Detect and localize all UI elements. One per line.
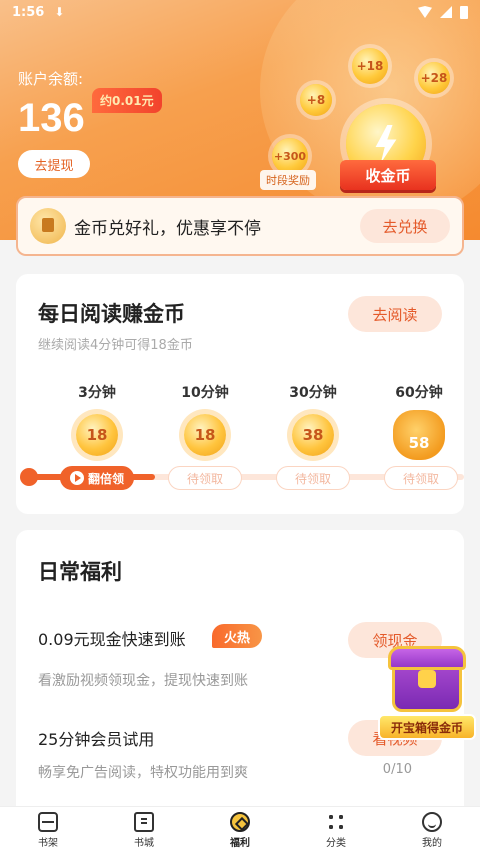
go-read-button[interactable]: 去阅读 bbox=[348, 296, 442, 332]
step-minutes: 10分钟 bbox=[181, 385, 229, 401]
daily-title: 日常福利 bbox=[38, 560, 122, 584]
balance-label: 账户余额: bbox=[18, 70, 84, 88]
tab-bookstore[interactable]: 书城 bbox=[96, 807, 192, 854]
task-desc: 畅享免广告阅读，特权功能用到爽 bbox=[38, 765, 248, 781]
tab-label: 福利 bbox=[230, 838, 250, 849]
treasure-chest-button[interactable]: 开宝箱得金币 bbox=[378, 640, 476, 744]
chest-lock-icon bbox=[418, 670, 436, 688]
hot-badge: 火热 bbox=[212, 624, 263, 648]
bookshelf-icon bbox=[38, 812, 58, 832]
claim-label: 翻倍领 bbox=[87, 471, 124, 486]
step-coin-icon: 18 bbox=[76, 414, 118, 456]
coin-bubble[interactable]: +28 bbox=[418, 62, 450, 94]
lightning-icon bbox=[375, 125, 397, 163]
task-name: 0.09元现金快速到账 bbox=[38, 630, 186, 649]
profile-icon bbox=[422, 812, 442, 832]
exchange-text: 金币兑好礼，优惠享不停 bbox=[74, 218, 261, 239]
battery-icon bbox=[460, 5, 468, 19]
pending-claim-button[interactable]: 待领取 bbox=[276, 466, 350, 490]
signal-icon bbox=[440, 6, 452, 18]
step-minutes: 3分钟 bbox=[78, 385, 116, 401]
pending-claim-button[interactable]: 待领取 bbox=[168, 466, 242, 490]
timed-reward-label: 时段奖励 bbox=[260, 170, 316, 190]
gift-coin-icon bbox=[30, 208, 66, 244]
status-bar: 1:56 ⬇ bbox=[0, 0, 480, 24]
reading-step: 3分钟 18 bbox=[52, 382, 142, 456]
task-name: 25分钟会员试用 bbox=[38, 730, 155, 749]
coin-bubble[interactable]: +8 bbox=[300, 84, 332, 116]
bookstore-icon bbox=[134, 812, 154, 832]
wifi-icon bbox=[418, 6, 432, 18]
tab-welfare[interactable]: 福利 bbox=[192, 807, 288, 854]
reading-step: 10分钟 18 bbox=[160, 382, 250, 456]
task-count: 0/10 bbox=[382, 762, 412, 777]
tab-label: 书架 bbox=[38, 838, 58, 849]
progress-start-icon bbox=[20, 468, 38, 486]
step-coin-icon: 18 bbox=[184, 414, 226, 456]
tab-label: 分类 bbox=[326, 838, 346, 849]
withdraw-button[interactable]: 去提现 bbox=[18, 150, 90, 178]
bottom-tab-bar: 书架 书城 福利 分类 我的 bbox=[0, 806, 480, 854]
tab-category[interactable]: 分类 bbox=[288, 807, 384, 854]
play-icon bbox=[69, 471, 84, 485]
step-minutes: 30分钟 bbox=[289, 385, 337, 401]
coin-bubble[interactable]: +18 bbox=[352, 48, 388, 84]
tab-bookshelf[interactable]: 书架 bbox=[0, 807, 96, 854]
coin-bag-icon: 58 bbox=[393, 410, 445, 460]
welfare-icon bbox=[230, 812, 250, 832]
step-minutes: 60分钟 bbox=[395, 385, 443, 401]
daily-reading-card: 每日阅读赚金币 继续阅读4分钟可得18金币 去阅读 3分钟 18 10分钟 18… bbox=[16, 274, 464, 514]
reading-subtitle: 继续阅读4分钟可得18金币 bbox=[38, 338, 193, 353]
step-coin-icon: 38 bbox=[292, 414, 334, 456]
tab-profile[interactable]: 我的 bbox=[384, 807, 480, 854]
task-desc: 看激励视频领现金，提现快速到账 bbox=[38, 673, 248, 689]
chest-lid-icon bbox=[388, 646, 466, 670]
category-icon bbox=[326, 812, 346, 832]
exchange-button[interactable]: 去兑换 bbox=[360, 209, 450, 243]
reading-title: 每日阅读赚金币 bbox=[38, 302, 185, 326]
balance-value: 136 bbox=[18, 96, 85, 140]
tab-label: 我的 bbox=[422, 838, 442, 849]
balance-approx-badge: 约0.01元 bbox=[92, 88, 162, 113]
reading-step: 30分钟 38 bbox=[268, 382, 358, 456]
tab-label: 书城 bbox=[134, 838, 154, 849]
pending-claim-button[interactable]: 待领取 bbox=[384, 466, 458, 490]
status-time: 1:56 bbox=[12, 4, 45, 20]
reading-step: 60分钟 58 bbox=[374, 382, 464, 460]
timed-reward-bubble[interactable]: +300 bbox=[272, 138, 308, 174]
exchange-banner[interactable]: 金币兑好礼，优惠享不停 去兑换 bbox=[16, 196, 464, 256]
collect-coins-button[interactable]: 收金币 bbox=[340, 160, 436, 190]
download-arrow-icon: ⬇ bbox=[54, 5, 65, 19]
treasure-label: 开宝箱得金币 bbox=[378, 714, 476, 740]
double-claim-button[interactable]: 翻倍领 bbox=[60, 466, 134, 490]
